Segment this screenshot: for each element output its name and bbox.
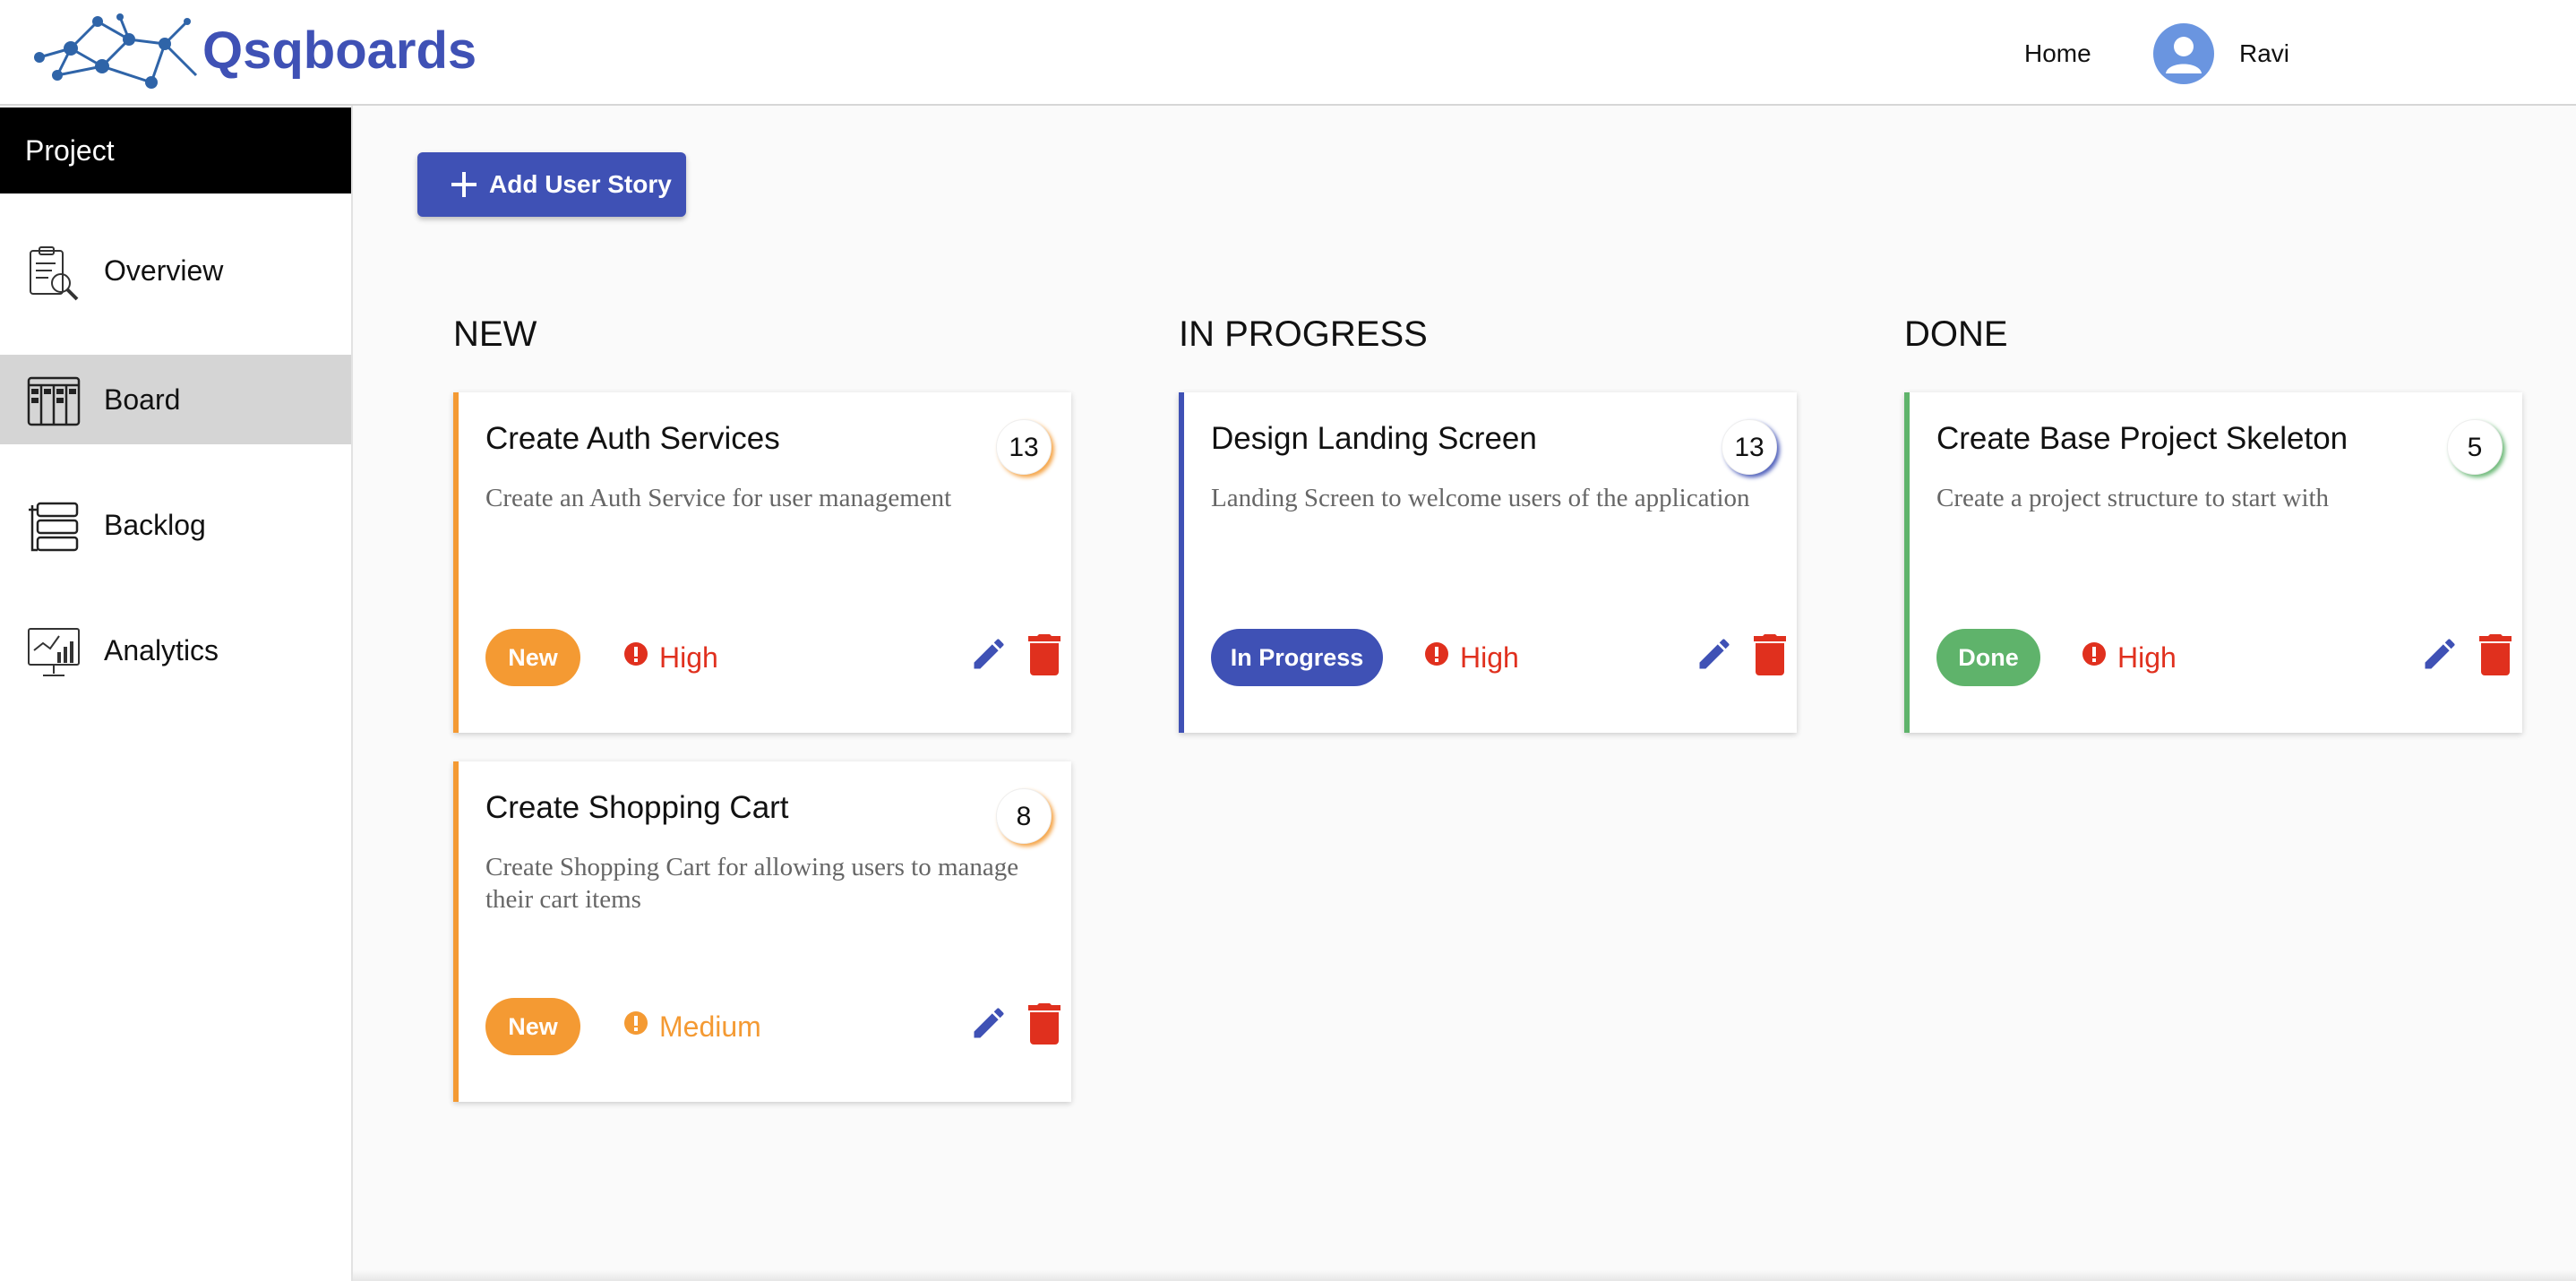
plus-icon xyxy=(451,172,477,197)
clipboard-magnifier-icon xyxy=(30,246,79,301)
story-description: Landing Screen to welcome users of the a… xyxy=(1211,484,1750,512)
sidebar-item-analytics[interactable]: Analytics xyxy=(0,606,351,695)
kanban-board-icon xyxy=(27,376,81,426)
alert-circle-icon xyxy=(2082,642,2106,666)
delete-trash-icon[interactable] xyxy=(2477,632,2513,675)
alert-circle-icon xyxy=(624,642,648,666)
column-title-in-progress: IN PROGRESS xyxy=(1179,314,1428,354)
alert-circle-icon xyxy=(1425,642,1448,666)
sidebar-section-title: Project xyxy=(0,107,351,193)
story-title: Create Base Project Skeleton xyxy=(1936,421,2348,456)
brand-name: Qsqboards xyxy=(202,21,477,80)
edit-pencil-icon[interactable] xyxy=(969,1003,1009,1043)
add-user-story-button[interactable]: Add User Story xyxy=(417,152,686,217)
priority-label: High xyxy=(659,641,718,674)
priority-label: High xyxy=(1460,641,1519,674)
column-title-done: DONE xyxy=(1904,314,2008,354)
status-badge: New xyxy=(485,629,580,686)
add-user-story-label: Add User Story xyxy=(489,170,672,198)
sidebar-item-overview[interactable]: Overview xyxy=(0,226,351,315)
story-points-badge: 13 xyxy=(996,419,1052,475)
analytics-chart-icon xyxy=(28,628,80,676)
story-points-badge: 5 xyxy=(2447,419,2503,475)
priority-label: Medium xyxy=(659,1010,761,1043)
edit-pencil-icon[interactable] xyxy=(1695,634,1734,674)
sidebar-item-label: Backlog xyxy=(104,509,206,541)
edit-pencil-icon[interactable] xyxy=(969,634,1009,674)
status-badge: Done xyxy=(1936,629,2040,686)
top-header: Qsqboards Home Ravi xyxy=(0,0,2576,106)
backlog-stack-icon xyxy=(29,502,79,552)
sidebar-item-board[interactable]: Board xyxy=(0,355,351,444)
sidebar-item-label: Overview xyxy=(104,254,224,287)
story-card[interactable]: Design Landing Screen 13 Landing Screen … xyxy=(1179,392,1797,733)
story-description: Create a project structure to start with xyxy=(1936,484,2330,512)
delete-trash-icon[interactable] xyxy=(1752,632,1788,675)
story-card[interactable]: Create Auth Services 13 Create an Auth S… xyxy=(453,392,1071,733)
sidebar-item-label: Analytics xyxy=(104,634,219,666)
network-logo-icon xyxy=(34,13,198,89)
sidebar-item-backlog[interactable]: Backlog xyxy=(0,480,351,570)
story-points-badge: 8 xyxy=(996,788,1052,844)
story-title: Create Auth Services xyxy=(485,421,780,456)
sidebar: Project Overview Board Backlog Analytics xyxy=(0,106,353,1281)
story-title: Design Landing Screen xyxy=(1211,421,1537,456)
edit-pencil-icon[interactable] xyxy=(2420,634,2460,674)
nav-home-link[interactable]: Home xyxy=(2024,36,2091,72)
story-points-badge: 13 xyxy=(1722,419,1777,475)
story-card[interactable]: Create Base Project Skeleton 5 Create a … xyxy=(1904,392,2522,733)
status-badge: New xyxy=(485,998,580,1055)
alert-circle-icon xyxy=(624,1011,648,1035)
sidebar-item-label: Board xyxy=(104,383,181,416)
delete-trash-icon[interactable] xyxy=(1026,1002,1062,1045)
page-bottom-edge xyxy=(353,1270,2576,1281)
delete-trash-icon[interactable] xyxy=(1026,632,1062,675)
user-name[interactable]: Ravi xyxy=(2239,36,2289,72)
story-card[interactable]: Create Shopping Cart 8 Create Shopping C… xyxy=(453,761,1071,1102)
priority-label: High xyxy=(2117,641,2177,674)
story-title: Create Shopping Cart xyxy=(485,790,789,825)
story-description: Create Shopping Cart for allowing users … xyxy=(485,853,1019,914)
user-avatar-icon[interactable] xyxy=(2153,23,2214,84)
column-title-new: NEW xyxy=(453,314,537,354)
story-description: Create an Auth Service for user manageme… xyxy=(485,484,952,512)
status-badge: In Progress xyxy=(1211,629,1383,686)
